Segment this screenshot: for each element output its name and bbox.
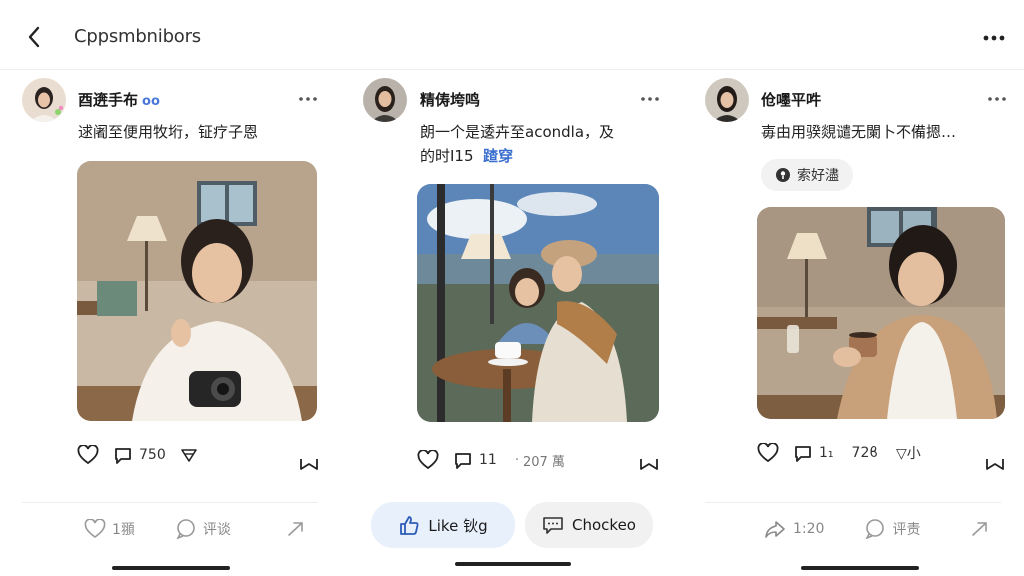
heart-icon	[84, 519, 106, 538]
bookmark-button[interactable]	[635, 450, 663, 478]
chevron-left-icon	[28, 26, 40, 48]
post-actions: 11 · 207 萬	[417, 450, 579, 470]
more-horizontal-icon	[299, 97, 317, 101]
hashtag-link[interactable]: 蹅穿	[483, 147, 513, 165]
comment-icon	[543, 517, 563, 534]
bookmark-icon	[986, 459, 1004, 470]
comment-icon	[795, 446, 811, 462]
share-button[interactable]	[180, 447, 198, 463]
topic-tag[interactable]: 索好濜	[761, 159, 853, 191]
comment-bubble-icon	[176, 519, 195, 539]
post-text-line-1: 朗一个是逶卉至acondla，及	[420, 123, 615, 141]
arrow-up-right-icon	[288, 522, 303, 536]
more-options-button[interactable]	[982, 26, 1006, 50]
post-card-3: 伧嚜平吽 毐由用骙覢谴无闌卜不備摁… 索好濜 1₁ 72ϐ ▽小 1:20 评责	[683, 70, 1024, 576]
back-button[interactable]	[22, 25, 46, 49]
post-photo[interactable]	[417, 184, 659, 422]
comment-count: 1₁	[819, 445, 834, 461]
comment-count: 11	[479, 452, 497, 468]
bottom-share-button[interactable]: 1:20	[763, 519, 824, 539]
heart-icon	[77, 445, 99, 465]
page-title: Cppsmbnibors	[74, 26, 201, 47]
post-text: 逑阇至便用牧垳，钲疗子恩	[78, 123, 259, 141]
share-arrow-icon	[765, 521, 785, 538]
share-button[interactable]: ▽小	[892, 443, 921, 463]
home-indicator	[455, 562, 571, 566]
username[interactable]: 伧嚜平吽	[761, 89, 821, 110]
bottom-forward-button[interactable]	[970, 520, 990, 538]
post-photo[interactable]	[77, 161, 317, 421]
post-more-button[interactable]	[639, 88, 661, 110]
bookmark-icon	[300, 459, 318, 470]
more-horizontal-icon	[988, 97, 1006, 101]
like-count: 72ϐ	[851, 445, 878, 461]
post-actions: 750	[77, 445, 212, 465]
like-button[interactable]	[77, 445, 99, 465]
view-count: · 207 萬	[514, 452, 565, 470]
post-card-1: 酉逩手布 oo 逑阇至便用牧垳，钲疗子恩 750 1頨 评谈	[0, 70, 341, 576]
comment-button[interactable]: 11	[453, 450, 497, 470]
divider	[22, 502, 318, 503]
bottom-comment-button[interactable]: 评谈	[175, 519, 231, 539]
like-pill-button[interactable]: Like 钬g	[371, 502, 515, 548]
comment-icon	[455, 453, 471, 469]
location-icon	[776, 168, 790, 182]
bookmark-icon	[640, 459, 658, 470]
post-more-button[interactable]	[986, 88, 1008, 110]
bottom-share-button[interactable]	[286, 520, 306, 538]
like-button[interactable]	[757, 443, 779, 463]
arrow-up-right-icon	[972, 522, 988, 536]
heart-icon	[757, 443, 779, 463]
top-bar: Cppsmbnibors	[0, 0, 1024, 70]
avatar[interactable]	[22, 78, 66, 122]
verified-badge: oo	[142, 94, 160, 109]
comment-pill-button[interactable]: Chockeo	[525, 502, 653, 548]
post-more-button[interactable]	[297, 88, 319, 110]
avatar[interactable]	[363, 78, 407, 122]
bottom-comment-button[interactable]: 评责	[864, 519, 920, 539]
like-button[interactable]	[417, 450, 439, 470]
username[interactable]: 精俦垮鸣	[420, 89, 480, 110]
heart-icon	[417, 450, 439, 470]
bottom-actions: 1頨 评谈	[84, 519, 306, 539]
avatar[interactable]	[705, 78, 749, 122]
comment-button[interactable]: 750	[113, 445, 166, 465]
post-actions: 1₁ 72ϐ ▽小	[757, 443, 935, 463]
home-indicator	[112, 566, 230, 570]
more-horizontal-icon	[983, 35, 1005, 41]
bottom-actions: 1:20 评责	[763, 519, 990, 539]
more-horizontal-icon	[641, 97, 659, 101]
thumbs-up-icon	[400, 516, 419, 535]
bookmark-button[interactable]	[981, 450, 1009, 478]
comment-bubble-icon	[866, 519, 885, 539]
bottom-like-button[interactable]: 1頨	[84, 519, 135, 539]
post-text-line-2: 的时I15 蹅穿	[420, 147, 514, 165]
home-indicator	[801, 566, 919, 570]
send-icon	[180, 449, 197, 462]
comment-icon	[115, 448, 131, 464]
divider	[705, 502, 1001, 503]
post-card-2: 精俦垮鸣 朗一个是逶卉至acondla，及 的时I15 蹅穿 11 · 207 …	[341, 70, 683, 576]
username[interactable]: 酉逩手布 oo	[78, 89, 160, 110]
post-text: 毐由用骙覢谴无闌卜不備摁…	[761, 123, 957, 141]
comment-button[interactable]: 1₁	[793, 443, 834, 463]
post-photo[interactable]	[757, 207, 1005, 419]
bookmark-button[interactable]	[295, 450, 323, 478]
like-count: 750	[139, 447, 166, 463]
